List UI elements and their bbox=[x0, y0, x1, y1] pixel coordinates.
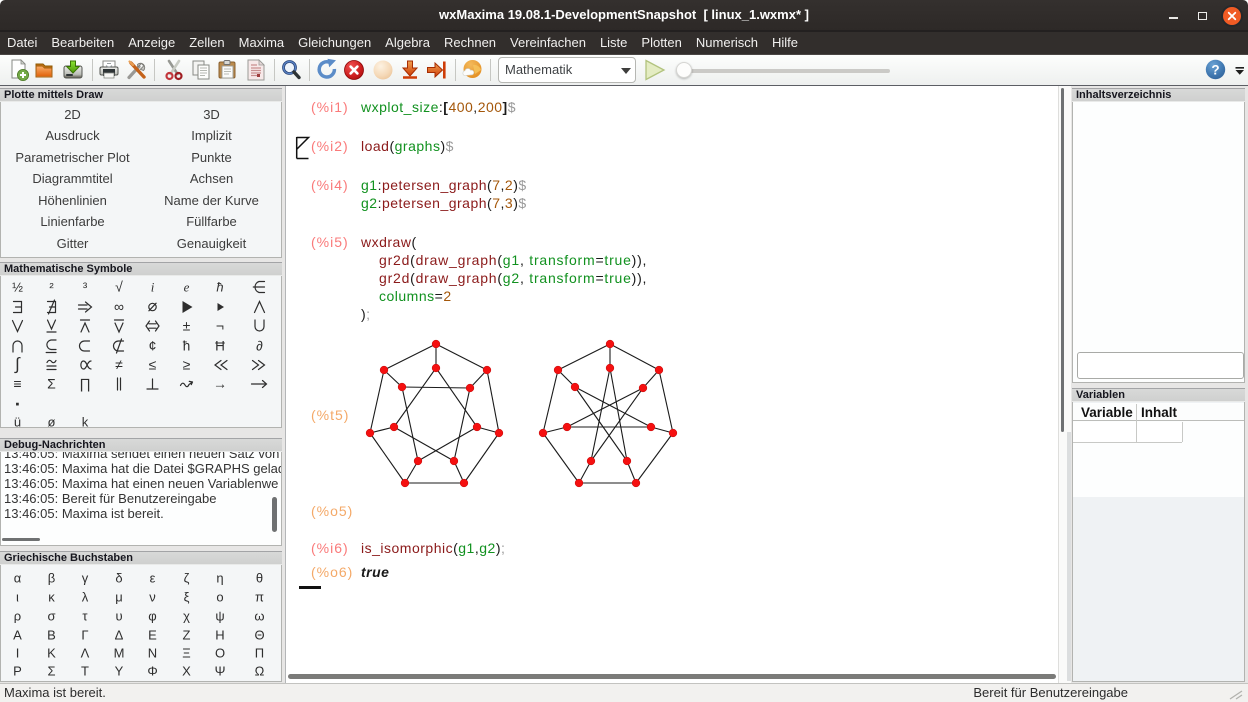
svg-text:Χ: Χ bbox=[182, 664, 191, 679]
svg-text:ν: ν bbox=[149, 590, 156, 605]
svg-text:τ: τ bbox=[82, 609, 88, 624]
svg-text:≠: ≠ bbox=[115, 357, 123, 373]
svg-text:ü: ü bbox=[14, 415, 21, 429]
svg-text:e: e bbox=[184, 280, 190, 295]
svg-text:∂: ∂ bbox=[256, 339, 263, 354]
svg-text:χ: χ bbox=[183, 609, 190, 624]
svg-text:ω: ω bbox=[254, 609, 264, 624]
svg-text:σ: σ bbox=[47, 609, 55, 624]
svg-text:Σ: Σ bbox=[47, 376, 56, 392]
svg-text:Φ: Φ bbox=[147, 664, 157, 679]
svg-text:ø: ø bbox=[48, 415, 56, 429]
svg-text:ζ: ζ bbox=[184, 571, 190, 586]
svg-text:Σ: Σ bbox=[47, 664, 55, 679]
svg-text:υ: υ bbox=[115, 609, 122, 624]
svg-text:π: π bbox=[255, 590, 264, 605]
svg-text:≥: ≥ bbox=[183, 357, 191, 373]
svg-text:Ι: Ι bbox=[16, 646, 20, 661]
svg-text:Λ: Λ bbox=[81, 646, 90, 661]
svg-text:Ρ: Ρ bbox=[13, 664, 22, 679]
svg-text:κ: κ bbox=[48, 590, 55, 605]
svg-text:Ψ: Ψ bbox=[215, 664, 226, 679]
svg-text:±: ± bbox=[183, 318, 191, 334]
svg-text:ε: ε bbox=[150, 571, 156, 586]
svg-text:³: ³ bbox=[83, 280, 88, 295]
svg-text:Β: Β bbox=[47, 628, 56, 643]
svg-text:k: k bbox=[82, 415, 89, 429]
svg-text:ħ: ħ bbox=[183, 339, 191, 354]
svg-text:¬: ¬ bbox=[216, 318, 224, 334]
svg-text:μ: μ bbox=[115, 590, 123, 605]
svg-text:α: α bbox=[14, 571, 22, 586]
svg-text:η: η bbox=[216, 571, 223, 586]
svg-text:Μ: Μ bbox=[114, 646, 125, 661]
svg-text:Δ: Δ bbox=[115, 628, 124, 643]
svg-text:ξ: ξ bbox=[184, 590, 190, 605]
svg-text:Π: Π bbox=[255, 646, 264, 661]
svg-text:ι: ι bbox=[16, 590, 19, 605]
svg-text:≤: ≤ bbox=[149, 357, 157, 373]
svg-text:ψ: ψ bbox=[215, 609, 224, 624]
svg-text:→: → bbox=[213, 376, 227, 392]
svg-text:Ζ: Ζ bbox=[183, 628, 191, 643]
svg-text:Κ: Κ bbox=[47, 646, 56, 661]
svg-text:∫: ∫ bbox=[14, 355, 21, 374]
svg-text:φ: φ bbox=[148, 609, 156, 624]
svg-text:θ: θ bbox=[256, 571, 263, 586]
svg-text:λ: λ bbox=[82, 590, 89, 605]
svg-text:ο: ο bbox=[216, 590, 223, 605]
svg-text:γ: γ bbox=[82, 571, 89, 586]
svg-text:Ω: Ω bbox=[255, 664, 265, 679]
svg-text:½: ½ bbox=[12, 280, 23, 295]
svg-text:Γ: Γ bbox=[81, 628, 88, 643]
svg-text:Ο: Ο bbox=[215, 646, 225, 661]
svg-text:√: √ bbox=[115, 279, 123, 295]
svg-text:Θ: Θ bbox=[254, 628, 264, 643]
svg-text:Α: Α bbox=[13, 628, 22, 643]
svg-text:?: ? bbox=[1211, 63, 1219, 78]
svg-text:ρ: ρ bbox=[14, 609, 21, 624]
svg-text:²: ² bbox=[49, 280, 54, 295]
svg-text:∞: ∞ bbox=[114, 299, 124, 315]
svg-text:≡: ≡ bbox=[13, 376, 21, 392]
svg-text:Υ: Υ bbox=[115, 664, 124, 679]
svg-text:β: β bbox=[48, 571, 55, 586]
svg-text:Ε: Ε bbox=[148, 628, 157, 643]
svg-text:Ξ: Ξ bbox=[182, 646, 190, 661]
svg-text:Ħ: Ħ bbox=[215, 339, 225, 354]
svg-text:Τ: Τ bbox=[81, 664, 89, 679]
svg-text:▪: ▪ bbox=[16, 399, 20, 411]
svg-text:¢: ¢ bbox=[149, 338, 157, 354]
svg-text:∏: ∏ bbox=[79, 376, 91, 392]
svg-text:i: i bbox=[151, 280, 155, 295]
svg-text:Η: Η bbox=[215, 628, 224, 643]
svg-text:δ: δ bbox=[115, 571, 122, 586]
svg-text:ħ: ħ bbox=[216, 280, 223, 295]
svg-text:Ν: Ν bbox=[148, 646, 157, 661]
